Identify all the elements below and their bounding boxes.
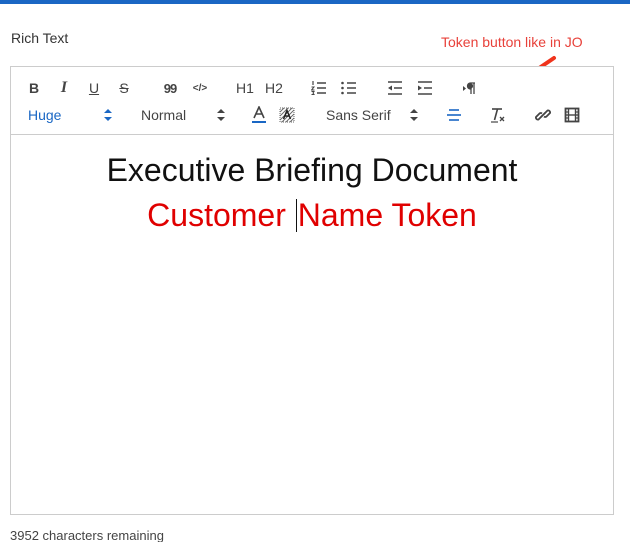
token-text-after: Name Token xyxy=(297,197,477,233)
header-select-value: Normal xyxy=(141,107,187,123)
link-icon xyxy=(535,109,551,121)
video-button[interactable] xyxy=(562,105,582,125)
customer-name-token: Customer Name Token xyxy=(11,197,613,234)
text-cursor xyxy=(295,199,297,232)
editor-content[interactable]: Executive Briefing Document Customer Nam… xyxy=(11,136,613,514)
code-icon: </> xyxy=(192,82,208,94)
indent-button[interactable] xyxy=(415,78,435,98)
underline-icon: U xyxy=(88,80,100,96)
italic-icon: I xyxy=(60,79,68,96)
strike-button[interactable]: S xyxy=(114,78,134,98)
bullet-list-icon xyxy=(341,81,356,95)
size-select-value: Huge xyxy=(28,107,62,123)
rich-text-editor: B I U S 99 </> H1 H2 Huge Normal Sans Se… xyxy=(10,66,614,515)
font-select[interactable]: Sans Serif xyxy=(326,105,418,125)
align-center-icon xyxy=(447,109,461,121)
bold-icon: B xyxy=(28,80,40,96)
ordered-list-icon xyxy=(311,81,326,95)
annotation-text: Token button like in JO xyxy=(441,34,583,50)
select-caret-icon xyxy=(104,109,112,121)
outdent-icon xyxy=(388,81,402,95)
link-button[interactable] xyxy=(533,105,553,125)
characters-remaining: 3952 characters remaining xyxy=(10,528,164,542)
editor-toolbar: B I U S 99 </> H1 H2 Huge Normal Sans Se… xyxy=(11,67,613,135)
italic-button[interactable]: I xyxy=(54,78,74,98)
top-accent-bar xyxy=(0,0,630,4)
underline-button[interactable]: U xyxy=(84,78,104,98)
bold-button[interactable]: B xyxy=(24,78,44,98)
ordered-list-button[interactable] xyxy=(309,78,329,98)
token-text-before: Customer xyxy=(147,197,295,233)
video-icon xyxy=(564,107,580,123)
size-select[interactable]: Huge xyxy=(28,105,112,125)
strike-icon: S xyxy=(119,80,129,96)
align-center-button[interactable] xyxy=(444,105,464,125)
field-label: Rich Text xyxy=(11,30,69,46)
code-button[interactable]: </> xyxy=(190,78,210,98)
text-direction-icon xyxy=(463,82,475,94)
background-color-icon xyxy=(279,107,295,123)
header-2-button[interactable]: H2 xyxy=(262,78,286,98)
blockquote-icon: 99 xyxy=(163,80,178,96)
blockquote-button[interactable]: 99 xyxy=(160,78,180,98)
header-1-icon: H1 xyxy=(236,80,254,96)
header-select[interactable]: Normal xyxy=(141,105,225,125)
outdent-button[interactable] xyxy=(385,78,405,98)
text-color-icon xyxy=(252,106,266,123)
text-color-button[interactable] xyxy=(249,105,269,125)
clear-format-button[interactable] xyxy=(488,105,508,125)
background-color-button[interactable] xyxy=(277,105,297,125)
bullet-list-button[interactable] xyxy=(339,78,359,98)
select-caret-icon xyxy=(217,109,225,121)
font-select-value: Sans Serif xyxy=(326,107,391,123)
header-2-icon: H2 xyxy=(265,80,283,96)
text-direction-button[interactable] xyxy=(460,78,480,98)
header-1-button[interactable]: H1 xyxy=(233,78,257,98)
select-caret-icon xyxy=(410,109,418,121)
document-title-text: Executive Briefing Document xyxy=(106,152,518,188)
clear-format-icon xyxy=(491,108,505,123)
indent-icon xyxy=(418,81,432,95)
